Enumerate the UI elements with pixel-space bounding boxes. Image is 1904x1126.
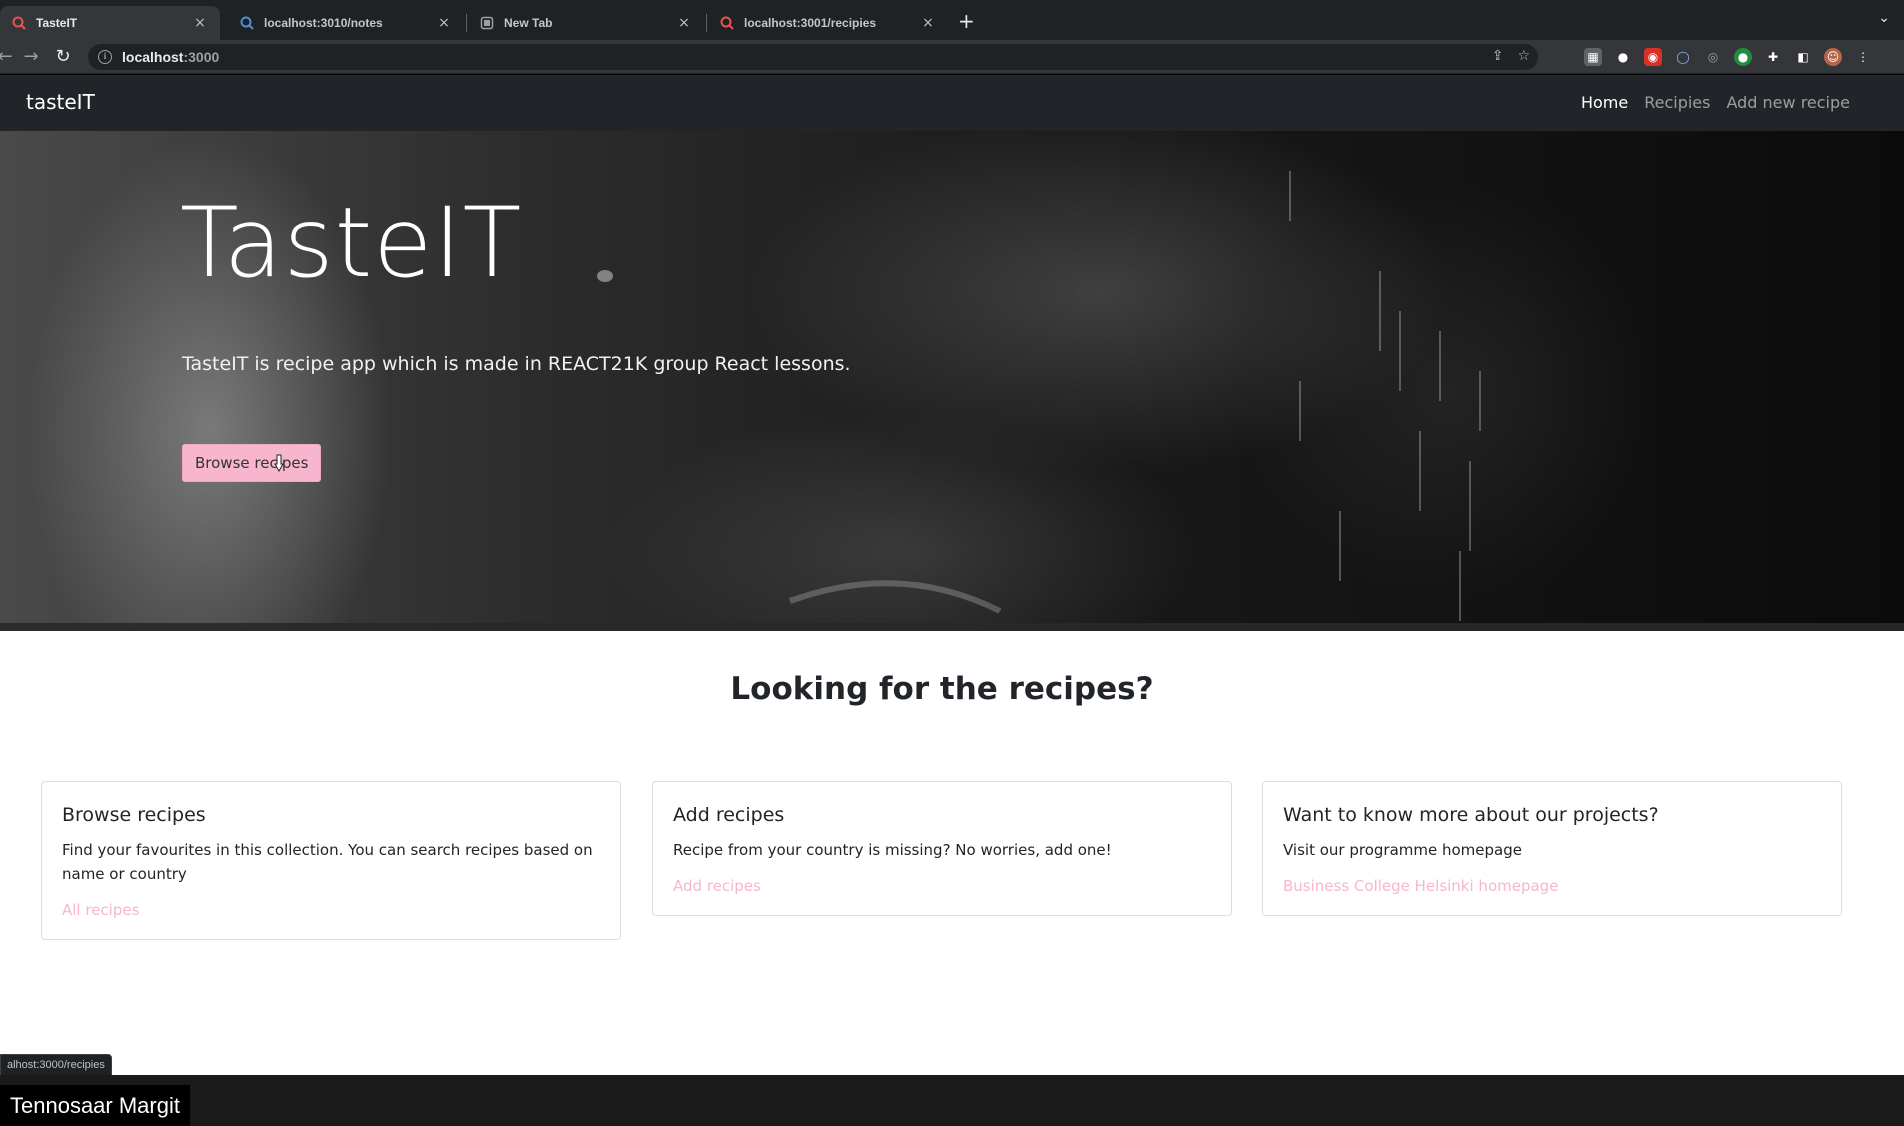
record-extension-icon[interactable]: ◉	[1644, 48, 1662, 66]
app-navbar: tasteIT Home Recipies Add new recipe	[0, 75, 1904, 131]
hero-lead-text: TasteIT is recipe app which is made in R…	[182, 353, 851, 375]
tab-title: New Tab	[504, 16, 553, 30]
bookmark-star-icon[interactable]: ☆	[1517, 48, 1530, 64]
card-text: Visit our programme homepage	[1283, 841, 1522, 859]
card-link-homepage[interactable]: Business College Helsinki homepage	[1283, 877, 1558, 895]
card-text: Recipe from your country is missing? No …	[673, 841, 1112, 859]
tab-title: localhost:3001/recipies	[744, 16, 877, 30]
tab-separator	[706, 14, 707, 32]
participant-name-label: Tennosaar Margit	[0, 1085, 190, 1126]
tab-new-tab[interactable]: New Tab ×	[468, 6, 704, 40]
tab-close-icon[interactable]: ×	[436, 15, 452, 31]
browser-toolbar: ← → ↻ i localhost:3000 ⇪ ☆ ▦ ● ◉ ◯ ◎ ● ✚…	[0, 40, 1904, 74]
address-bar[interactable]: i localhost:3000 ⇪ ☆	[88, 44, 1538, 70]
extensions-area: ▦ ● ◉ ◯ ◎ ● ✚ ◧ ☺ ⋮	[1584, 48, 1872, 66]
tasteit-favicon-icon	[720, 16, 734, 30]
nav-home[interactable]: Home	[1581, 93, 1628, 112]
back-arrow-icon[interactable]: ←	[0, 46, 16, 68]
site-info-icon[interactable]: i	[98, 50, 112, 64]
tab-title: localhost:3010/notes	[264, 16, 383, 30]
video-call-bar: Tennosaar Margit	[0, 1075, 1904, 1126]
nav-add-new-recipe[interactable]: Add new recipe	[1726, 93, 1850, 112]
tab-close-icon[interactable]: ×	[676, 15, 692, 31]
nav-recipies[interactable]: Recipies	[1644, 93, 1710, 112]
newtab-favicon-icon	[480, 16, 494, 30]
card-about-projects: Want to know more about our projects? Vi…	[1262, 781, 1842, 916]
forward-arrow-icon[interactable]: →	[20, 46, 42, 68]
card-title: Want to know more about our projects?	[1283, 804, 1659, 826]
tab-separator	[466, 14, 467, 32]
hero-title: TasteIT	[180, 187, 523, 299]
card-title: Browse recipes	[62, 804, 206, 826]
address-host: localhost	[122, 49, 184, 65]
card-link-all-recipes[interactable]: All recipes	[62, 901, 139, 919]
link-status-bubble: alhost:3000/recipies	[0, 1054, 112, 1076]
tasteit-favicon-icon	[240, 16, 254, 30]
share-icon[interactable]: ⇪	[1492, 48, 1504, 64]
section-title: Looking for the recipes?	[730, 671, 1154, 707]
mouse-pointer-icon	[274, 454, 284, 472]
grammar-extension-icon[interactable]: ●	[1734, 48, 1752, 66]
card-browse-recipes: Browse recipes Find your favourites in t…	[41, 781, 621, 940]
side-panel-icon[interactable]: ◧	[1794, 48, 1812, 66]
reload-icon[interactable]: ↻	[52, 46, 74, 68]
tab-close-icon[interactable]: ×	[920, 15, 936, 31]
camera-extension-icon[interactable]: ●	[1614, 48, 1632, 66]
tab-close-icon[interactable]: ×	[192, 15, 208, 31]
address-port: :3000	[183, 49, 220, 65]
nav-links: Home Recipies Add new recipe	[1581, 93, 1850, 112]
card-link-add-recipes[interactable]: Add recipes	[673, 877, 761, 895]
new-tab-button[interactable]: +	[958, 9, 975, 33]
card-title: Add recipes	[673, 804, 785, 826]
tab-search-chevron-icon[interactable]: ⌄	[1878, 10, 1890, 26]
browser-tab-strip: TasteIT × localhost:3010/notes × New Tab…	[0, 0, 1904, 40]
tab-title: TasteIT	[36, 16, 78, 30]
tab-tasteit[interactable]: TasteIT ×	[0, 6, 220, 40]
more-menu-icon[interactable]: ⋮	[1854, 48, 1872, 66]
hero-banner: TasteIT TasteIT is recipe app which is m…	[0, 131, 1904, 631]
brand-logo[interactable]: tasteIT	[26, 90, 95, 114]
card-text: Find your favourites in this collection.…	[62, 841, 593, 883]
puzzle-extensions-icon[interactable]: ✚	[1764, 48, 1782, 66]
profile-avatar[interactable]: ☺	[1824, 48, 1842, 66]
tasteit-favicon-icon	[12, 16, 26, 30]
web-page: tasteIT Home Recipies Add new recipe Tas…	[0, 75, 1904, 1075]
card-add-recipes: Add recipes Recipe from your country is …	[652, 781, 1232, 916]
target-extension-icon[interactable]: ◎	[1704, 48, 1722, 66]
tab-notes[interactable]: localhost:3010/notes ×	[228, 6, 464, 40]
circle-extension-icon[interactable]: ◯	[1674, 48, 1692, 66]
extension-icon[interactable]: ▦	[1584, 48, 1602, 66]
tab-recipies[interactable]: localhost:3001/recipies ×	[708, 6, 948, 40]
browse-recipes-button[interactable]: Browse recipes	[182, 444, 322, 482]
